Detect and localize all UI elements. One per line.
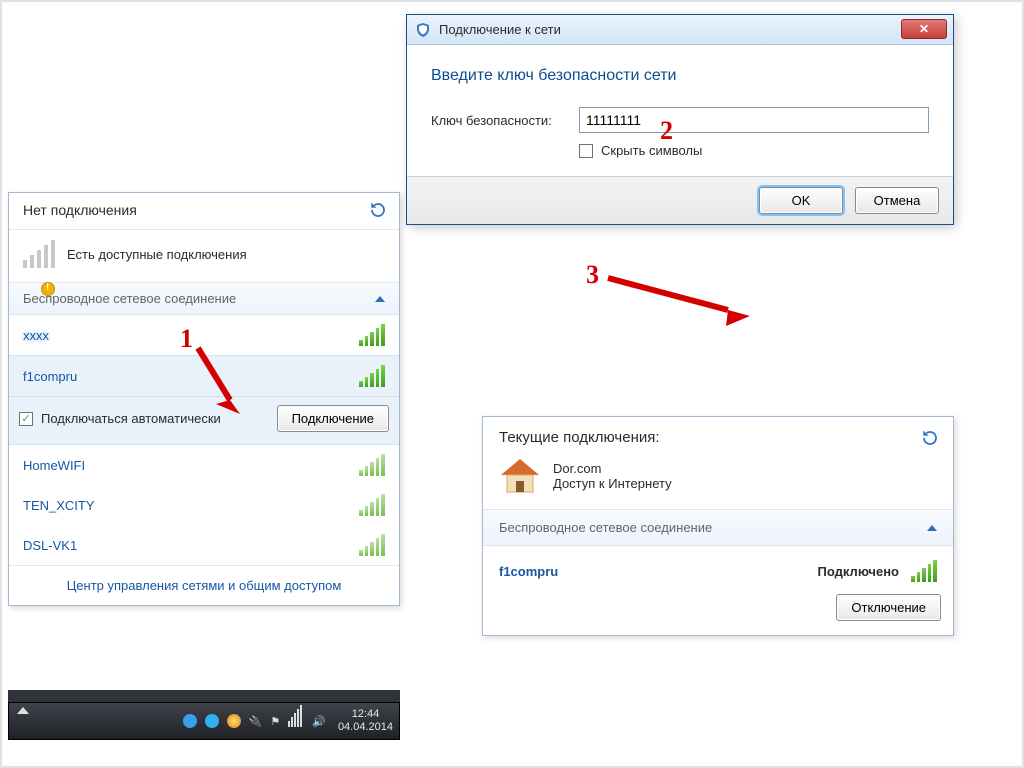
current-connections-title: Текущие подключения: bbox=[499, 429, 660, 447]
network-name: DSL-VK1 bbox=[23, 538, 77, 553]
signal-icon bbox=[359, 454, 385, 476]
connect-dialog: Подключение к сети ✕ Введите ключ безопа… bbox=[406, 14, 954, 225]
signal-icon bbox=[911, 560, 937, 582]
network-name: xxxx bbox=[23, 328, 49, 343]
popup-footer: Центр управления сетями и общим доступом bbox=[9, 565, 399, 605]
dialog-title: Подключение к сети bbox=[439, 22, 561, 37]
signal-icon bbox=[359, 494, 385, 516]
active-network-name: Dor.com bbox=[553, 461, 672, 476]
tray-icon[interactable] bbox=[205, 714, 219, 728]
signal-icon bbox=[359, 534, 385, 556]
disconnect-button[interactable]: Отключение bbox=[836, 594, 941, 621]
dialog-heading: Введите ключ безопасности сети bbox=[407, 45, 953, 99]
popup-title: Нет подключения bbox=[23, 202, 137, 218]
current-connections-popup: Текущие подключения: Dor.com Доступ к Ин… bbox=[482, 416, 954, 636]
cancel-button[interactable]: Отмена bbox=[855, 187, 939, 214]
ok-button[interactable]: OK bbox=[759, 187, 843, 214]
signal-icon bbox=[359, 324, 385, 346]
home-network-icon bbox=[499, 457, 541, 495]
security-key-row: Ключ безопасности: bbox=[431, 107, 929, 133]
auto-connect-checkbox[interactable]: ✓ bbox=[19, 412, 33, 426]
connect-button[interactable]: Подключение bbox=[277, 405, 389, 432]
taskbar: 🔌 ⚑ 🔊 12:44 04.04.2014 bbox=[8, 702, 400, 740]
tray-volume-icon[interactable]: 🔊 bbox=[312, 715, 326, 728]
available-connections-row: Есть доступные подключения bbox=[9, 230, 399, 283]
wireless-section-header[interactable]: Беспроводное сетевое соединение bbox=[483, 509, 953, 546]
security-key-label: Ключ безопасности: bbox=[431, 113, 561, 128]
network-name: TEN_XCITY bbox=[23, 498, 95, 513]
connected-status: Подключено bbox=[818, 564, 899, 579]
wireless-section-header[interactable]: Беспроводное сетевое соединение bbox=[9, 283, 399, 315]
refresh-icon[interactable] bbox=[369, 201, 387, 219]
tray-icon[interactable] bbox=[183, 714, 197, 728]
tray-expand-icon[interactable] bbox=[17, 707, 29, 714]
system-tray: 🔌 ⚑ 🔊 bbox=[183, 714, 326, 728]
security-key-input[interactable] bbox=[579, 107, 929, 133]
tray-flag-icon[interactable]: ⚑ bbox=[270, 715, 280, 728]
active-network-row: Dor.com Доступ к Интернету bbox=[483, 453, 953, 509]
disconnect-row: Отключение bbox=[483, 586, 953, 635]
dialog-body: Ключ безопасности: ✓ Скрыть символы bbox=[407, 99, 953, 176]
hide-chars-label: Скрыть символы bbox=[601, 143, 702, 158]
annotation-arrow-1 bbox=[180, 342, 260, 427]
dialog-titlebar[interactable]: Подключение к сети ✕ bbox=[407, 15, 953, 45]
warning-badge-icon bbox=[41, 282, 55, 296]
annotation-number-3: 3 bbox=[586, 260, 599, 290]
close-button[interactable]: ✕ bbox=[901, 19, 947, 39]
wireless-section-label: Беспроводное сетевое соединение bbox=[499, 520, 712, 535]
network-row[interactable]: HomeWIFI bbox=[9, 445, 399, 485]
network-name: f1compru bbox=[23, 369, 77, 384]
internet-access-label: Доступ к Интернету bbox=[553, 476, 672, 491]
tray-icon[interactable] bbox=[227, 714, 241, 728]
popup-header: Нет подключения bbox=[9, 193, 399, 230]
network-name: HomeWIFI bbox=[23, 458, 85, 473]
network-row[interactable]: TEN_XCITY bbox=[9, 485, 399, 525]
clock-time: 12:44 bbox=[338, 708, 393, 721]
tray-network-icon[interactable] bbox=[288, 715, 304, 727]
active-network-text: Dor.com Доступ к Интернету bbox=[553, 461, 672, 491]
clock-date: 04.04.2014 bbox=[338, 721, 393, 734]
chevron-up-icon bbox=[375, 296, 385, 302]
refresh-icon[interactable] bbox=[921, 429, 939, 447]
network-center-link[interactable]: Центр управления сетями и общим доступом bbox=[67, 578, 342, 593]
taskbar-clock[interactable]: 12:44 04.04.2014 bbox=[338, 708, 393, 733]
hide-chars-row: ✓ Скрыть символы bbox=[579, 143, 929, 158]
wireless-section-label: Беспроводное сетевое соединение bbox=[23, 291, 236, 306]
available-connections-text: Есть доступные подключения bbox=[67, 247, 247, 262]
connected-ssid-row[interactable]: f1compru Подключено bbox=[483, 546, 953, 586]
network-shield-icon bbox=[415, 22, 431, 38]
connected-ssid: f1compru bbox=[499, 564, 558, 579]
signal-with-warning-icon bbox=[23, 240, 57, 268]
dialog-button-bar: OK Отмена bbox=[407, 176, 953, 224]
annotation-arrow-3 bbox=[600, 270, 760, 330]
signal-icon bbox=[359, 365, 385, 387]
taskbar-tab-strip bbox=[8, 690, 400, 702]
annotation-number-2: 2 bbox=[660, 116, 673, 146]
chevron-up-icon bbox=[927, 525, 937, 531]
current-connections-header: Текущие подключения: bbox=[483, 417, 953, 453]
tray-plug-icon[interactable]: 🔌 bbox=[249, 715, 263, 728]
network-row[interactable]: DSL-VK1 bbox=[9, 525, 399, 565]
hide-chars-checkbox[interactable]: ✓ bbox=[579, 144, 593, 158]
